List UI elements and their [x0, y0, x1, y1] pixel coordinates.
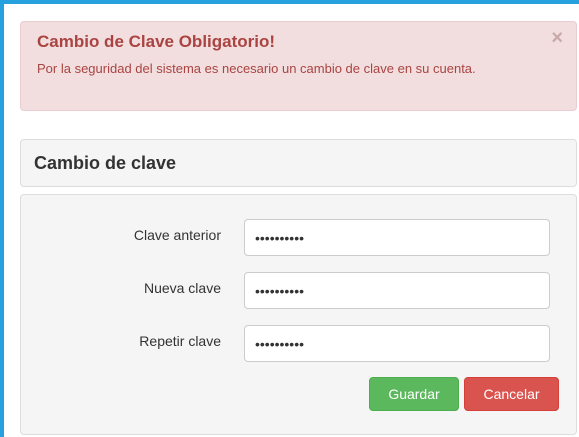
alert-message: Por la seguridad del sistema es necesari… [37, 61, 476, 76]
alert-banner: Cambio de Clave Obligatorio! Por la segu… [20, 21, 577, 111]
cancel-button[interactable]: Cancelar [464, 377, 559, 411]
new-password-input[interactable] [244, 272, 550, 309]
alert-title: Cambio de Clave Obligatorio! [37, 32, 276, 51]
password-change-form: Clave anterior Nueva clave Repetir clave… [20, 194, 577, 435]
old-password-label: Clave anterior [133, 227, 221, 243]
repeat-password-label: Repetir clave [139, 333, 221, 349]
old-password-input[interactable] [244, 219, 550, 256]
repeat-password-input[interactable] [244, 325, 550, 362]
window-frame-top [0, 0, 579, 4]
panel-header: Cambio de clave [20, 139, 577, 187]
save-button[interactable]: Guardar [369, 377, 459, 411]
close-icon[interactable]: × [551, 28, 563, 48]
window-frame-left [0, 0, 4, 437]
panel-title: Cambio de clave [34, 153, 177, 173]
new-password-label: Nueva clave [143, 280, 221, 296]
